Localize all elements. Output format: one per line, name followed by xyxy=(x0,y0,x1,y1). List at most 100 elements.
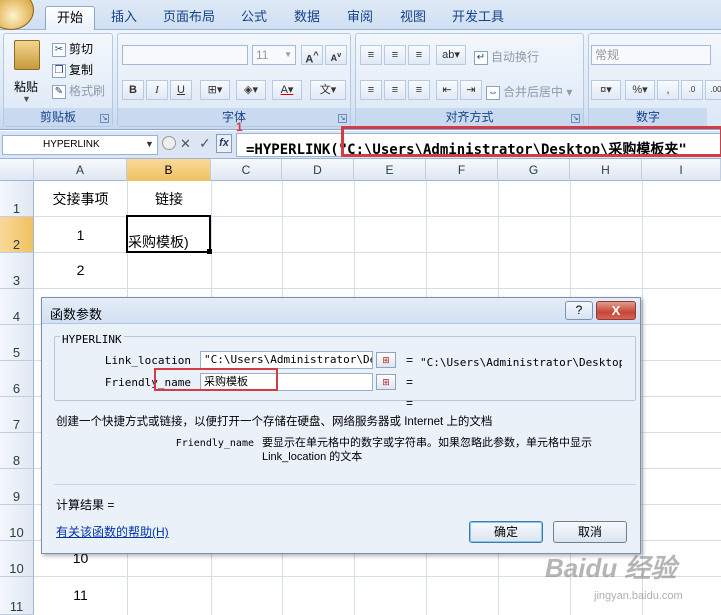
active-cell-b2[interactable]: 采购模板) xyxy=(126,215,211,253)
column-header-a[interactable]: A xyxy=(34,159,127,181)
collapse-dialog-icon[interactable]: ⊞ xyxy=(376,352,396,368)
phonetic-icon[interactable]: 文▾ xyxy=(310,80,346,100)
alignment-group-title: 对齐方式 xyxy=(356,108,583,126)
tab-developer[interactable]: 开发工具 xyxy=(446,6,510,30)
formula-bar-expand-icon[interactable] xyxy=(162,136,176,150)
paste-button[interactable]: 粘贴 xyxy=(14,78,38,95)
font-group: 11 ▼ A^ Av B I U ⊞▾ ◈▾ A▾ 文▾ 字体 ↘ xyxy=(117,33,351,127)
font-launcher-icon[interactable]: ↘ xyxy=(338,114,347,123)
office-button[interactable] xyxy=(0,0,34,30)
decrease-indent-icon[interactable]: ⇤ xyxy=(436,80,458,100)
align-bottom-icon[interactable]: ≡ xyxy=(408,45,430,65)
tab-formulas[interactable]: 公式 xyxy=(234,6,274,30)
column-header-f[interactable]: F xyxy=(426,159,498,181)
column-header-b[interactable]: B xyxy=(127,159,211,181)
cell-a3[interactable]: 2 xyxy=(34,262,127,278)
bold-icon[interactable]: B xyxy=(122,80,144,100)
column-header-g[interactable]: G xyxy=(498,159,570,181)
cut-button[interactable]: ✂ 剪切 xyxy=(52,40,93,57)
tab-view[interactable]: 视图 xyxy=(393,6,433,30)
row-header-label: 10 xyxy=(9,525,24,540)
decrease-decimal-icon[interactable]: .00 xyxy=(705,80,721,100)
borders-icon[interactable]: ⊞▾ xyxy=(200,80,230,100)
dialog-title: 函数参数 xyxy=(50,307,103,322)
align-middle-icon[interactable]: ≡ xyxy=(384,45,406,65)
increase-indent-icon[interactable]: ⇥ xyxy=(460,80,482,100)
row-header-4[interactable]: 4 xyxy=(0,289,34,325)
currency-icon[interactable]: ¤▾ xyxy=(591,80,621,100)
orientation-icon[interactable]: ab▾ xyxy=(436,45,466,65)
align-left-icon[interactable]: ≡ xyxy=(360,80,382,100)
merge-center-button[interactable]: ⇔ 合并后居中 ▾ xyxy=(486,83,572,100)
copy-button[interactable]: ❐ 复制 xyxy=(52,61,93,78)
font-size-value: 11 xyxy=(256,48,269,62)
row-header-10[interactable]: 10 xyxy=(0,505,34,541)
row-header-9[interactable]: 9 xyxy=(0,469,34,505)
name-box[interactable]: HYPERLINK xyxy=(2,135,158,155)
grow-font-icon[interactable]: A^ xyxy=(301,45,323,66)
italic-icon[interactable]: I xyxy=(146,80,168,100)
alignment-group: ≡ ≡ ≡ ab▾ ↵ 自动换行 ≡ ≡ ≡ ⇤ ⇥ ⇔ 合并后居中 ▾ 对齐方式 … xyxy=(355,33,584,127)
link-location-input[interactable]: "C:\Users\Administrator\Desk xyxy=(200,351,373,369)
dialog-title-bar[interactable]: 函数参数 ? X xyxy=(42,298,640,324)
wrap-text-button[interactable]: ↵ 自动换行 xyxy=(474,48,539,65)
font-color-icon[interactable]: A▾ xyxy=(272,80,302,100)
fill-handle[interactable] xyxy=(207,249,212,254)
close-icon[interactable]: X xyxy=(596,301,636,320)
row-header-8[interactable]: 8 xyxy=(0,433,34,469)
select-all-corner[interactable] xyxy=(0,159,34,181)
comma-style-icon[interactable]: , xyxy=(657,80,679,100)
align-top-icon[interactable]: ≡ xyxy=(360,45,382,65)
align-center-icon[interactable]: ≡ xyxy=(384,80,406,100)
font-size-combo[interactable]: 11 ▼ xyxy=(252,45,296,65)
cell-a1[interactable]: 交接事项 xyxy=(34,189,127,209)
row-header-6[interactable]: 6 xyxy=(0,361,34,397)
cell-a12[interactable]: 11 xyxy=(34,587,127,603)
underline-icon[interactable]: U xyxy=(170,80,192,100)
column-header-c[interactable]: C xyxy=(211,159,282,181)
column-header-h[interactable]: H xyxy=(570,159,642,181)
ok-button[interactable]: 确定 xyxy=(469,521,543,543)
tab-home[interactable]: 开始 xyxy=(45,6,95,30)
increase-decimal-icon[interactable]: .0 xyxy=(681,80,703,100)
column-header-e[interactable]: E xyxy=(354,159,426,181)
cell-a2[interactable]: 1 xyxy=(34,227,127,243)
row-header-1[interactable]: 1 xyxy=(0,181,34,217)
number-format-combo[interactable]: 常规 xyxy=(591,45,711,65)
shrink-font-icon[interactable]: Av xyxy=(325,45,347,65)
enter-check-icon[interactable]: ✓ xyxy=(199,135,211,152)
font-name-combo[interactable] xyxy=(122,45,248,65)
cancel-icon[interactable]: ✕ xyxy=(180,136,191,152)
collapse-dialog-icon[interactable]: ⊞ xyxy=(376,374,396,390)
font-size-dropdown-icon: ▼ xyxy=(284,50,292,59)
fill-color-icon[interactable]: ◈▾ xyxy=(236,80,266,100)
tab-insert[interactable]: 插入 xyxy=(104,6,144,30)
name-box-dropdown-icon[interactable]: ▼ xyxy=(145,139,154,149)
clipboard-launcher-icon[interactable]: ↘ xyxy=(100,114,109,123)
row-header-11[interactable]: 10 xyxy=(0,541,34,577)
row-header-5[interactable]: 5 xyxy=(0,325,34,361)
align-right-icon[interactable]: ≡ xyxy=(408,80,430,100)
cancel-button[interactable]: 取消 xyxy=(553,521,627,543)
alignment-launcher-icon[interactable]: ↘ xyxy=(571,114,580,123)
row-header-12[interactable]: 11 xyxy=(0,577,34,615)
tab-data[interactable]: 数据 xyxy=(287,6,327,30)
help-link[interactable]: 有关该函数的帮助(H) xyxy=(56,523,169,540)
tab-review[interactable]: 审阅 xyxy=(340,6,380,30)
clipboard-group-title: 剪贴板 xyxy=(4,108,112,126)
cell-b1[interactable]: 链接 xyxy=(127,189,211,209)
format-painter-button[interactable]: ✎ 格式刷 xyxy=(52,82,105,99)
help-icon[interactable]: ? xyxy=(565,301,593,320)
tab-page-layout[interactable]: 页面布局 xyxy=(157,6,221,30)
column-header-i[interactable]: I xyxy=(642,159,721,181)
percent-icon[interactable]: %▾ xyxy=(625,80,655,100)
row-header-7[interactable]: 7 xyxy=(0,397,34,433)
paste-dropdown-icon[interactable]: ▼ xyxy=(22,94,31,104)
insert-function-icon[interactable]: fx xyxy=(216,134,232,153)
column-header-d[interactable]: D xyxy=(282,159,354,181)
row-header-2[interactable]: 2 xyxy=(0,217,34,253)
annotation-marker: 1 xyxy=(236,120,243,134)
function-arguments-dialog: 函数参数 ? X HYPERLINK Link_location "C:\Use… xyxy=(41,297,641,554)
row-header-3[interactable]: 3 xyxy=(0,253,34,289)
cut-label: 剪切 xyxy=(69,42,94,56)
